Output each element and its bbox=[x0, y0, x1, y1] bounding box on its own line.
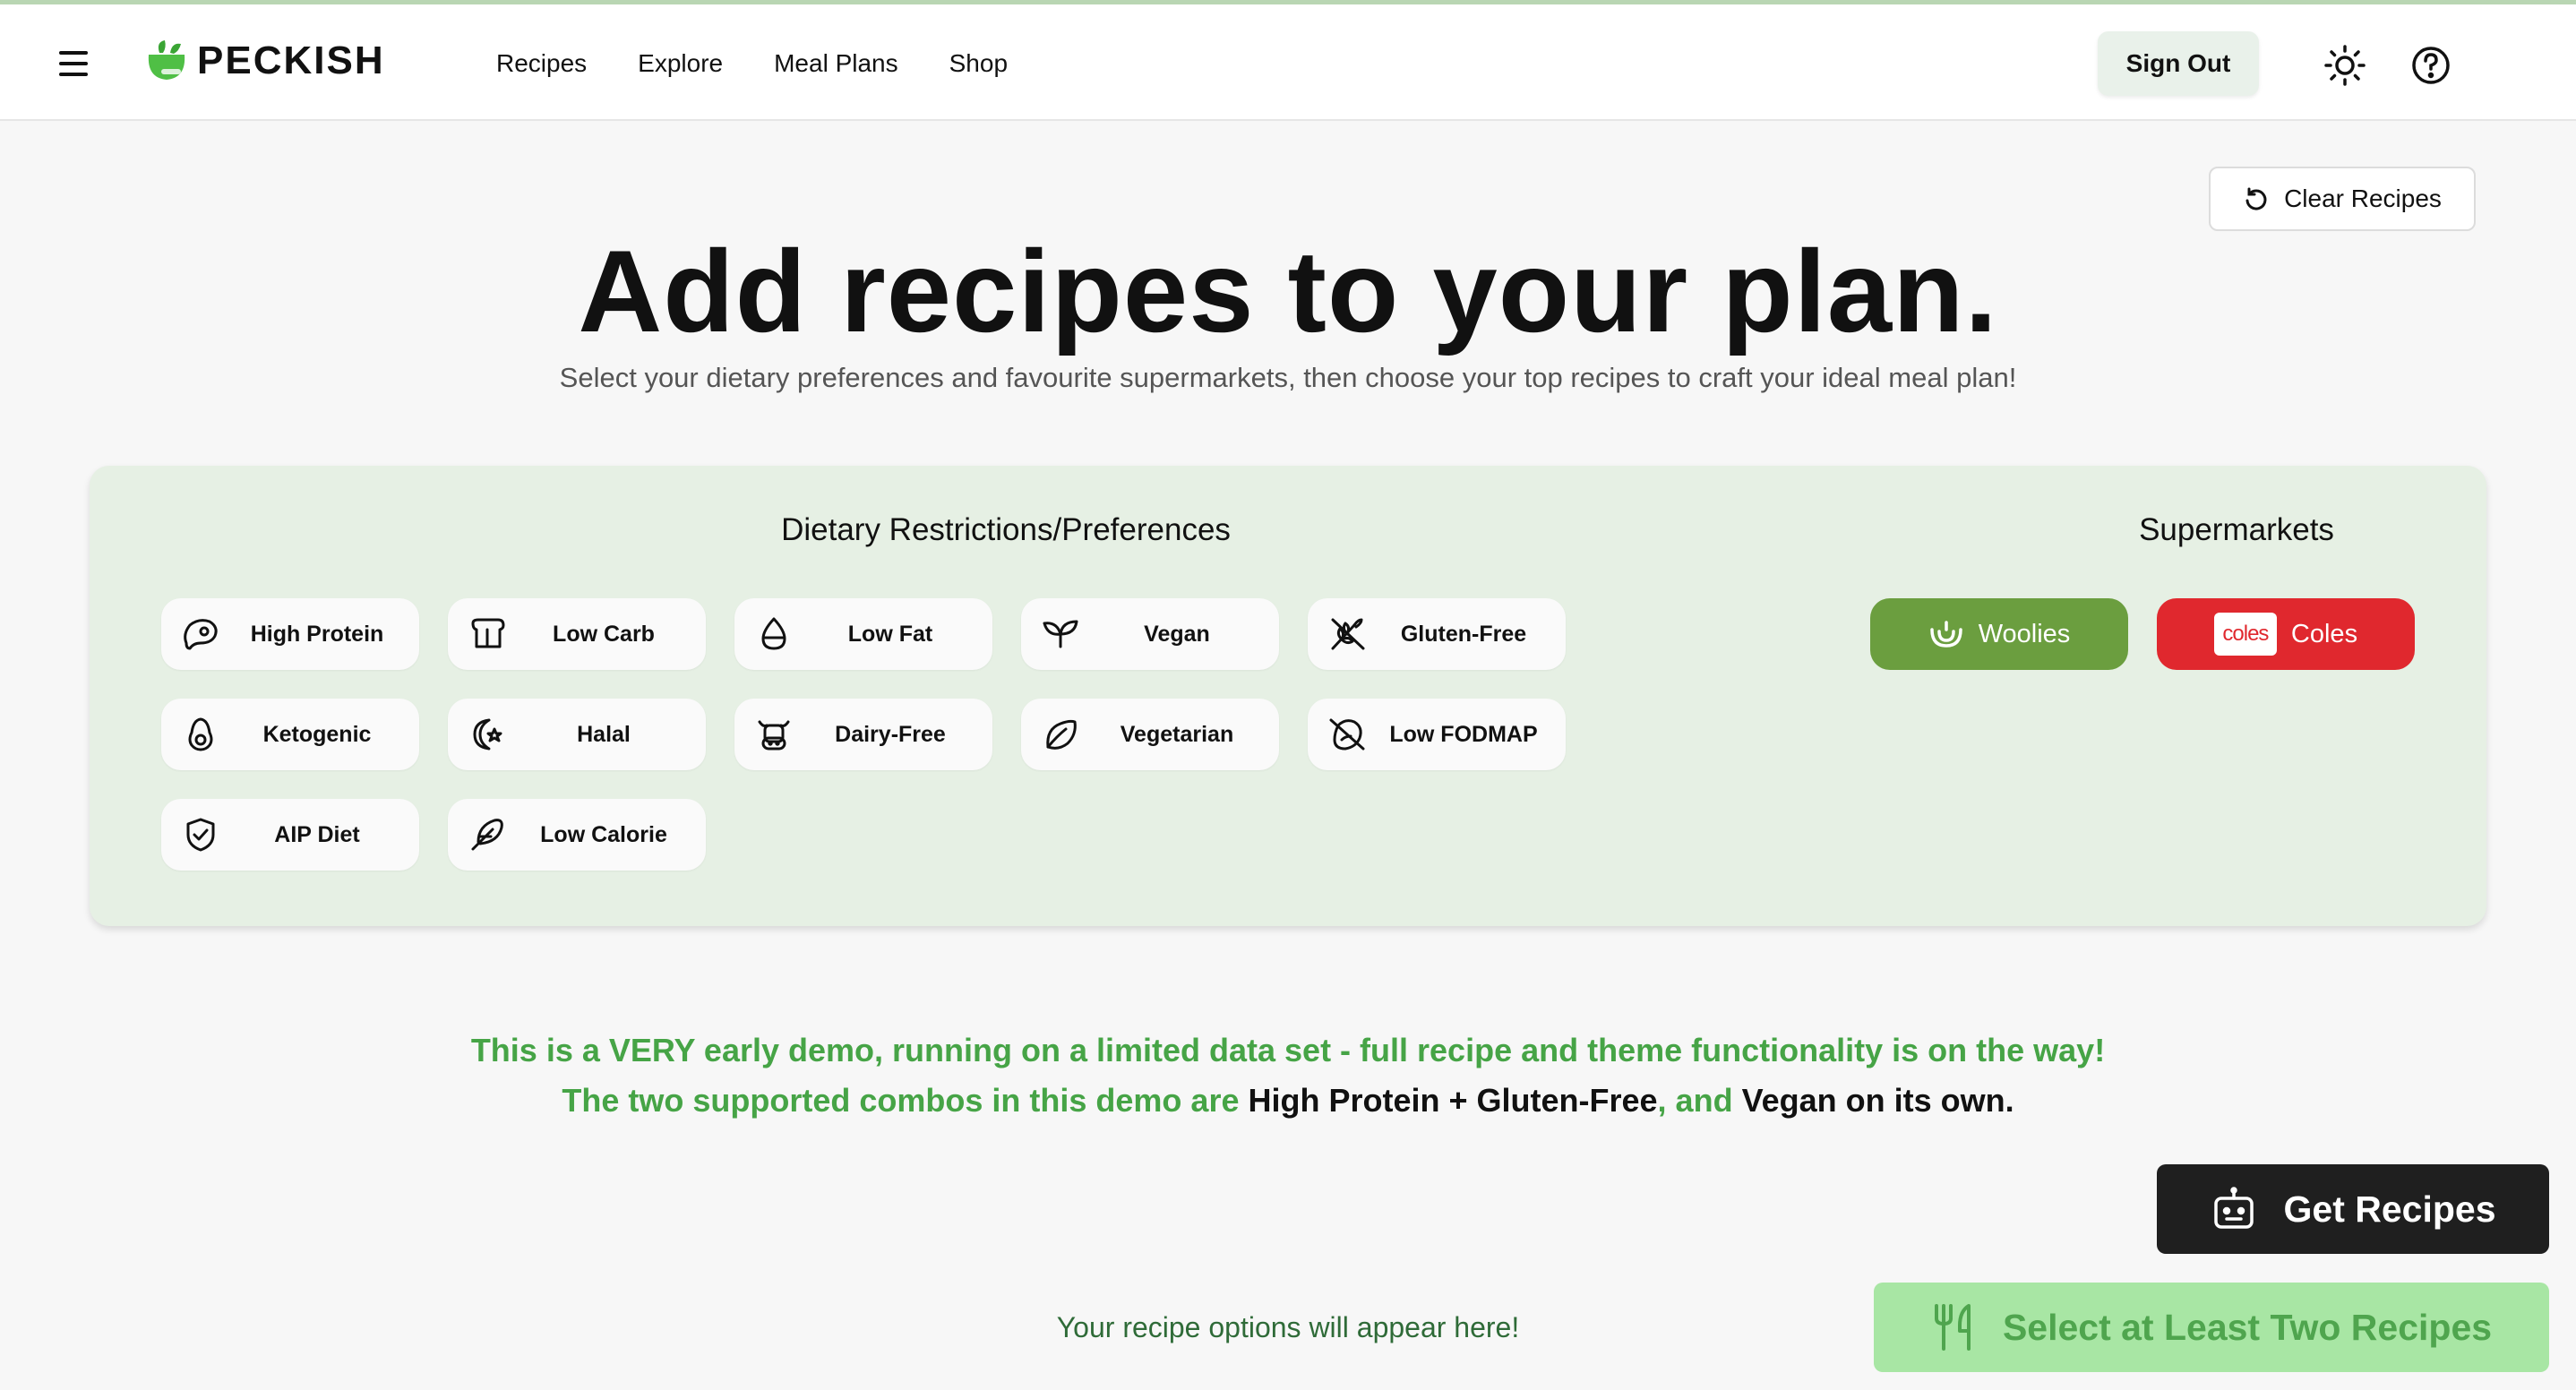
chip-label: Low Carb bbox=[553, 621, 655, 647]
get-recipes-label: Get Recipes bbox=[2283, 1188, 2496, 1230]
page-subtitle: Select your dietary preferences and favo… bbox=[559, 362, 2017, 393]
woolies-label: Woolies bbox=[1978, 619, 2071, 648]
undo-icon bbox=[2245, 187, 2267, 210]
coles-label: Coles bbox=[2290, 619, 2358, 648]
demo-notice-mid: , and bbox=[1657, 1082, 1742, 1119]
select-two-recipes-button[interactable]: Select at Least Two Recipes bbox=[1874, 1283, 2549, 1372]
demo-notice-line2: The two supported combos in this demo ar… bbox=[0, 1082, 2576, 1120]
chip-label: Halal bbox=[577, 721, 631, 747]
combo-vegan: Vegan on its own. bbox=[1741, 1082, 2014, 1119]
sun-icon[interactable] bbox=[2323, 44, 2366, 87]
utensils-icon bbox=[1934, 1304, 1971, 1351]
main-nav: Recipes Explore Meal Plans Shop bbox=[496, 49, 1008, 78]
nav-recipes[interactable]: Recipes bbox=[496, 49, 587, 78]
select-two-label: Select at Least Two Recipes bbox=[2002, 1306, 2493, 1348]
demo-notice-line1: This is a VERY early demo, running on a … bbox=[470, 1032, 2106, 1068]
chip-label: Low Calorie bbox=[540, 821, 667, 847]
combo-high-protein-gluten-free: High Protein + Gluten-Free bbox=[1248, 1082, 1658, 1119]
sign-out-button[interactable]: Sign Out bbox=[2098, 31, 2259, 96]
diet-chip-dairy-free[interactable]: Dairy-Free bbox=[734, 699, 992, 770]
chip-label: Low FODMAP bbox=[1389, 721, 1538, 747]
diet-chip-low-fat[interactable]: Low Fat bbox=[734, 598, 992, 670]
chip-label: High Protein bbox=[250, 621, 384, 647]
robot-icon bbox=[2213, 1187, 2254, 1229]
woolies-button[interactable]: Woolies bbox=[1870, 598, 2128, 670]
chip-label: Vegan bbox=[1144, 621, 1210, 647]
diet-chip-gluten-free[interactable]: Gluten-Free bbox=[1308, 598, 1566, 670]
app-name: PECKISH bbox=[197, 39, 385, 82]
diet-chip-vegan[interactable]: Vegan bbox=[1021, 598, 1279, 670]
chip-label: Dairy-Free bbox=[835, 721, 946, 747]
clear-recipes-button[interactable]: Clear Recipes bbox=[2209, 167, 2476, 231]
chip-label: Gluten-Free bbox=[1400, 621, 1527, 647]
diet-chip-low-calorie[interactable]: Low Calorie bbox=[448, 799, 706, 871]
supermarkets-heading: Supermarkets bbox=[2139, 512, 2334, 547]
clear-recipes-label: Clear Recipes bbox=[2284, 184, 2442, 212]
chip-label: Ketogenic bbox=[262, 721, 372, 747]
top-header: PECKISH Recipes Explore Meal Plans Shop … bbox=[0, 4, 2576, 121]
woolworths-logo-icon bbox=[1929, 621, 1962, 648]
recipes-placeholder: Your recipe options will appear here! bbox=[1056, 1311, 1520, 1343]
coles-logo: coles bbox=[2213, 613, 2277, 656]
nav-shop[interactable]: Shop bbox=[949, 49, 1008, 78]
diet-chip-low-fodmap[interactable]: Low FODMAP bbox=[1308, 699, 1566, 770]
diet-chip-aip-diet[interactable]: AIP Diet bbox=[161, 799, 419, 871]
diet-chip-ketogenic[interactable]: Ketogenic bbox=[161, 699, 419, 770]
nav-explore[interactable]: Explore bbox=[638, 49, 723, 78]
preferences-panel: Dietary Restrictions/Preferences Superma… bbox=[90, 466, 2486, 926]
get-recipes-button[interactable]: Get Recipes bbox=[2157, 1164, 2549, 1254]
dietary-heading: Dietary Restrictions/Preferences bbox=[781, 512, 1231, 547]
coles-button[interactable]: coles Coles bbox=[2157, 598, 2415, 670]
nav-meal-plans[interactable]: Meal Plans bbox=[774, 49, 898, 78]
diet-chip-vegetarian[interactable]: Vegetarian bbox=[1021, 699, 1279, 770]
chip-label: Low Fat bbox=[847, 621, 933, 647]
diet-chip-halal[interactable]: Halal bbox=[448, 699, 706, 770]
page-title: Add recipes to your plan. bbox=[578, 226, 1998, 356]
diet-chip-low-carb[interactable]: Low Carb bbox=[448, 598, 706, 670]
demo-notice-prefix: The two supported combos in this demo ar… bbox=[562, 1082, 1249, 1119]
logo-leaf-icon bbox=[148, 40, 185, 80]
chip-label: AIP Diet bbox=[274, 821, 360, 847]
chip-label: Vegetarian bbox=[1120, 721, 1234, 747]
diet-chip-high-protein[interactable]: High Protein bbox=[161, 598, 419, 670]
help-icon[interactable] bbox=[2409, 44, 2452, 87]
menu-icon[interactable] bbox=[56, 47, 91, 80]
app-logo[interactable]: PECKISH bbox=[143, 39, 385, 83]
